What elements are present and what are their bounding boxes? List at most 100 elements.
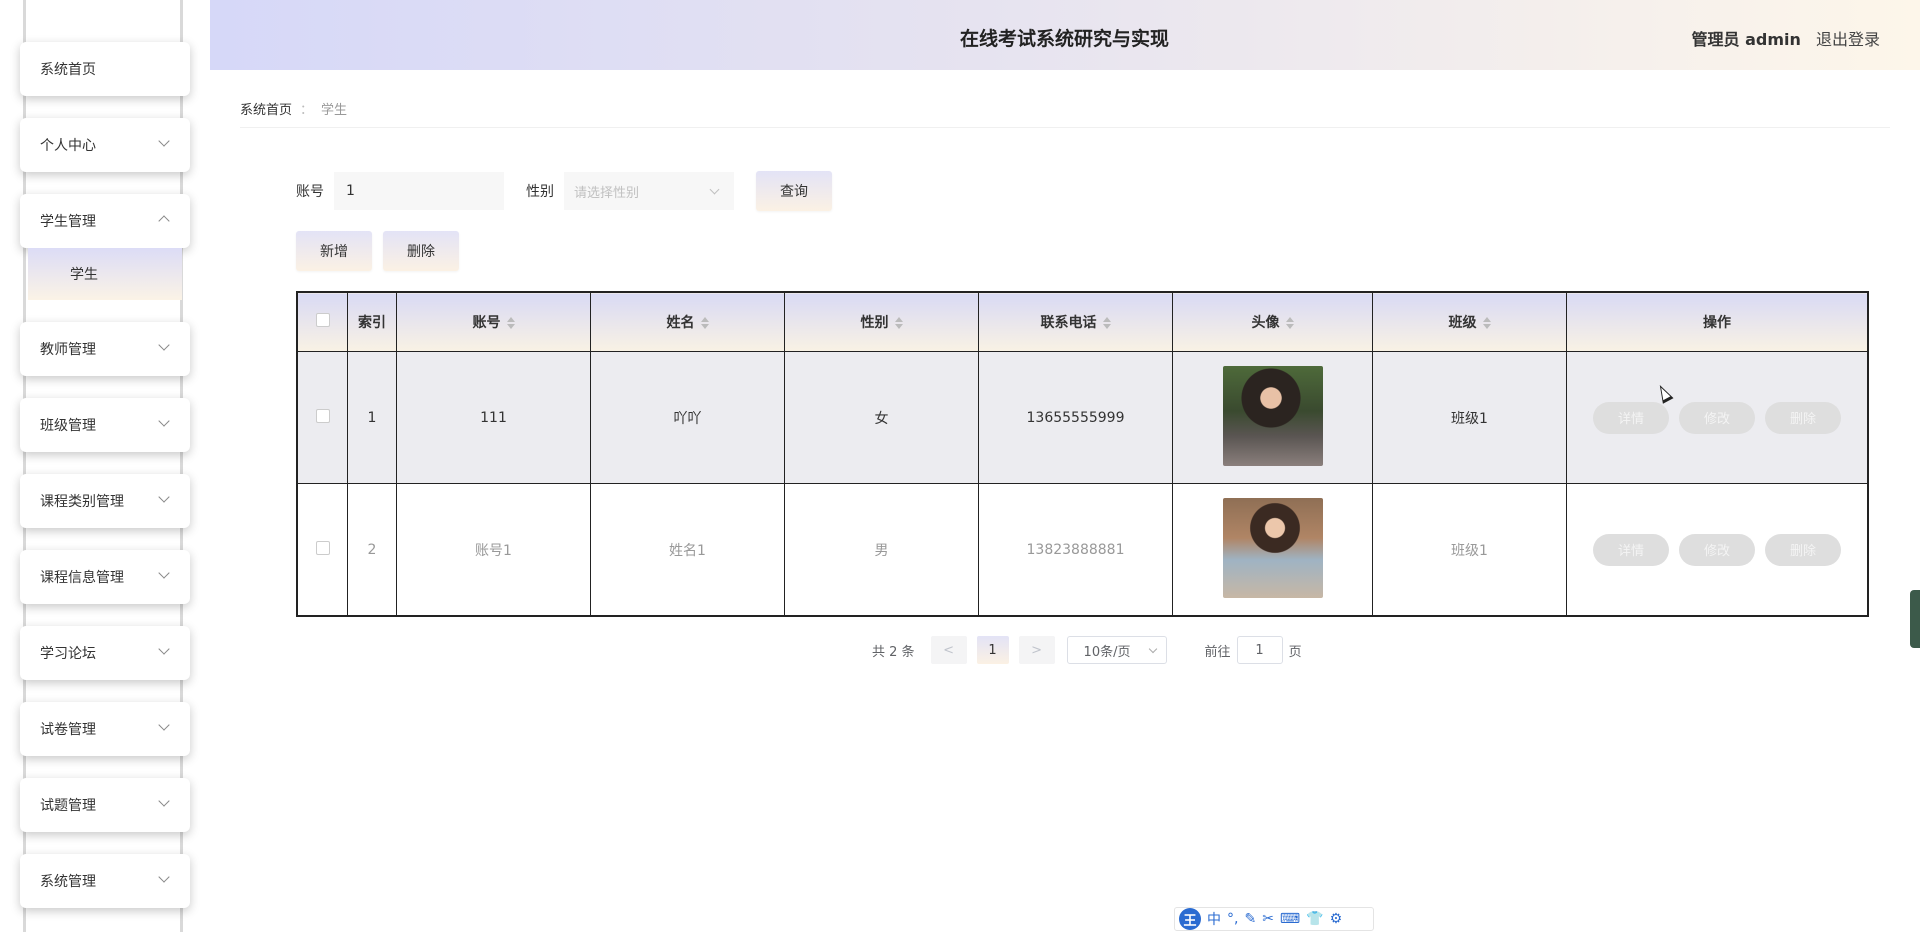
account-input[interactable]: 1 [334, 172, 504, 210]
user-area: 管理员 admin 退出登录 [1692, 26, 1880, 50]
cell-name: 吖吖 [590, 351, 785, 484]
prev-page-button[interactable]: < [930, 636, 967, 664]
header-select-all [297, 292, 348, 352]
submenu-item-label: 学生 [70, 267, 98, 283]
page-size-select[interactable]: 10条/页 [1066, 636, 1167, 664]
query-button[interactable]: 查询 [756, 171, 832, 211]
header-name[interactable]: 姓名 [590, 292, 785, 352]
sidebar-item-paper-management[interactable]: 试卷管理 [20, 702, 190, 756]
cell-gender: 男 [784, 483, 979, 616]
sidebar: 系统首页 个人中心 学生管理 学生 教师管理 班级管理 课程类别管理 课程信息管… [0, 0, 210, 932]
row-delete-button[interactable]: 删除 [1765, 401, 1841, 434]
sidebar-item-label: 班级管理 [40, 418, 96, 434]
cell-account: 账号1 [396, 483, 591, 616]
search-form: 账号 1 性别 请选择性别 查询 [296, 171, 832, 211]
avatar [1222, 497, 1323, 598]
sidebar-item-label: 系统首页 [40, 62, 96, 78]
sort-icon[interactable] [700, 317, 709, 329]
chevron-down-icon [158, 719, 170, 731]
row-actions: 详情 修改 删除 [1567, 533, 1867, 566]
sort-icon[interactable] [1285, 317, 1294, 329]
sidebar-item-label: 系统管理 [40, 874, 96, 890]
chevron-down-icon [158, 491, 170, 503]
table-row[interactable]: 1 111 吖吖 女 13655555999 班级1 详情 修改 删除 [297, 351, 1868, 484]
pagination: 共 2 条 < 1 > 10条/页 前往 1 页 [872, 636, 1302, 664]
header-avatar[interactable]: 头像 [1172, 292, 1373, 352]
header-label: 头像 [1251, 315, 1280, 331]
sidebar-item-system-management[interactable]: 系统管理 [20, 854, 190, 908]
ime-logo-icon[interactable]: 王 [1179, 908, 1201, 930]
sort-icon[interactable] [1102, 317, 1111, 329]
table-row[interactable]: 2 账号1 姓名1 男 13823888881 班级1 详情 修改 删除 [297, 483, 1868, 616]
header-class[interactable]: 班级 [1372, 292, 1567, 352]
next-page-button[interactable]: > [1018, 636, 1055, 664]
chevron-down-icon [1148, 644, 1157, 654]
header-gender[interactable]: 性别 [784, 292, 979, 352]
sidebar-item-label: 试题管理 [40, 798, 96, 814]
cell-phone: 13823888881 [978, 483, 1173, 616]
chevron-down-icon [158, 643, 170, 655]
sidebar-item-personal-center[interactable]: 个人中心 [20, 118, 190, 172]
header-label: 账号 [472, 315, 501, 331]
cell-ops: 详情 修改 删除 [1566, 351, 1868, 484]
chevron-down-icon [709, 184, 720, 195]
header-label: 班级 [1448, 315, 1477, 331]
ime-settings-icon[interactable]: ⚙ [1330, 911, 1343, 927]
sidebar-item-forum[interactable]: 学习论坛 [20, 626, 190, 680]
sidebar-item-student-management[interactable]: 学生管理 [20, 194, 190, 248]
sidebar-item-label: 课程信息管理 [40, 570, 124, 586]
delete-button[interactable]: 删除 [383, 231, 459, 271]
breadcrumb-home[interactable]: 系统首页 [240, 103, 292, 118]
chevron-down-icon [158, 135, 170, 147]
ime-punctuation-icon[interactable]: °, [1227, 911, 1238, 927]
sort-icon[interactable] [894, 317, 903, 329]
cell-name: 姓名1 [590, 483, 785, 616]
edit-button[interactable]: 修改 [1679, 533, 1755, 566]
ime-scissors-icon[interactable]: ✂ [1262, 911, 1274, 927]
row-checkbox[interactable] [315, 540, 330, 555]
header-label: 性别 [860, 315, 889, 331]
sidebar-item-course-info[interactable]: 课程信息管理 [20, 550, 190, 604]
side-widget-handle[interactable] [1910, 590, 1920, 648]
chevron-down-icon [158, 871, 170, 883]
chevron-up-icon [158, 215, 170, 227]
sidebar-item-home[interactable]: 系统首页 [20, 42, 190, 96]
table-header-row: 索引 账号 姓名 性别 联系电话 头像 班级 操作 [297, 292, 1868, 352]
page-number[interactable]: 1 [976, 636, 1009, 664]
goto-page-input[interactable]: 1 [1236, 636, 1283, 664]
row-checkbox[interactable] [315, 408, 330, 423]
top-header: 在线考试系统研究与实现 管理员 admin 退出登录 [210, 0, 1920, 70]
sidebar-item-class-management[interactable]: 班级管理 [20, 398, 190, 452]
logout-link[interactable]: 退出登录 [1816, 30, 1880, 49]
breadcrumb-current: 学生 [321, 103, 348, 118]
goto-label: 前往 [1204, 644, 1231, 660]
header-index: 索引 [347, 292, 397, 352]
sort-icon[interactable] [506, 317, 515, 329]
chevron-down-icon [158, 795, 170, 807]
detail-button[interactable]: 详情 [1593, 401, 1669, 434]
breadcrumb-separator: ： [300, 103, 314, 118]
sidebar-item-course-category[interactable]: 课程类别管理 [20, 474, 190, 528]
header-phone[interactable]: 联系电话 [978, 292, 1173, 352]
ime-handwriting-icon[interactable]: ✎ [1244, 911, 1256, 927]
header-account[interactable]: 账号 [396, 292, 591, 352]
sidebar-item-question-management[interactable]: 试题管理 [20, 778, 190, 832]
ime-toolbar: 王 中 °, ✎ ✂ ⌨ 👕 ⚙ [1174, 907, 1374, 931]
submenu-item-student[interactable]: 学生 [28, 248, 182, 300]
ime-keyboard-icon[interactable]: ⌨ [1280, 911, 1300, 927]
row-select [297, 483, 348, 616]
ime-mode[interactable]: 中 [1207, 909, 1221, 929]
sort-icon[interactable] [1482, 317, 1491, 329]
detail-button[interactable]: 详情 [1593, 533, 1669, 566]
sidebar-item-label: 课程类别管理 [40, 494, 124, 510]
gender-select[interactable]: 请选择性别 [564, 172, 734, 210]
ime-skin-icon[interactable]: 👕 [1306, 911, 1323, 927]
header-label: 联系电话 [1040, 315, 1097, 331]
avatar [1222, 365, 1323, 466]
add-button[interactable]: 新增 [296, 231, 372, 271]
edit-button[interactable]: 修改 [1679, 401, 1755, 434]
row-delete-button[interactable]: 删除 [1765, 533, 1841, 566]
select-all-checkbox[interactable] [315, 313, 330, 327]
sidebar-item-teacher-management[interactable]: 教师管理 [20, 322, 190, 376]
sidebar-item-label: 学生管理 [40, 214, 96, 230]
